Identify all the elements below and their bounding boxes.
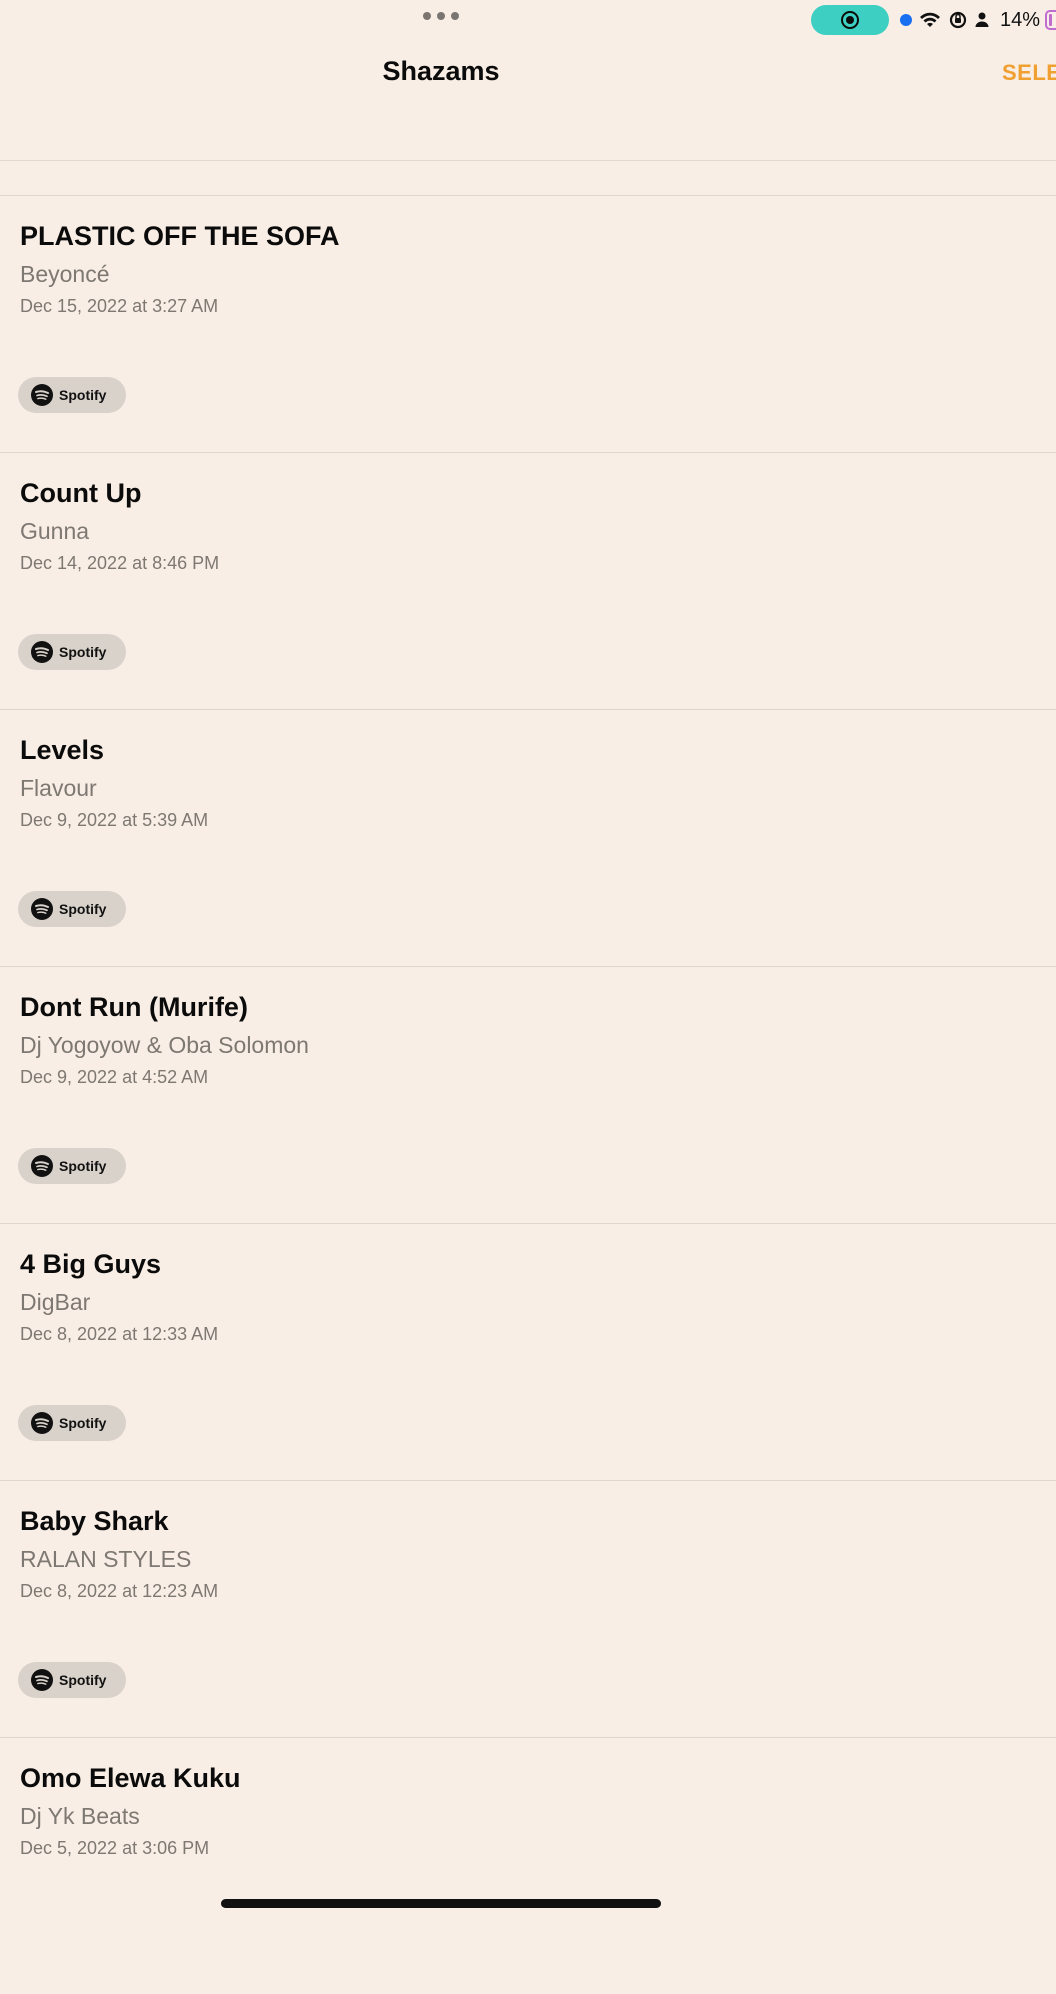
- spotify-icon: [31, 1155, 53, 1177]
- list-item[interactable]: 4 Big Guys DigBar Dec 8, 2022 at 12:33 A…: [0, 1223, 1056, 1480]
- wifi-icon: [920, 12, 940, 27]
- spotify-button[interactable]: Spotify: [18, 1148, 126, 1184]
- spotify-button[interactable]: Spotify: [18, 1662, 126, 1698]
- track-title: Dont Run (Murife): [20, 992, 248, 1022]
- header-divider: [0, 160, 1056, 161]
- shazam-date: Dec 9, 2022 at 5:39 AM: [20, 810, 209, 830]
- track-title: Levels: [20, 735, 105, 765]
- orientation-lock-icon: [949, 11, 967, 29]
- home-indicator[interactable]: [221, 1899, 661, 1908]
- track-artist: RALAN STYLES: [20, 1546, 192, 1572]
- spotify-icon: [31, 1412, 53, 1434]
- select-button[interactable]: SELE: [1002, 60, 1056, 86]
- record-icon: [841, 11, 859, 29]
- track-title: Count Up: [20, 478, 142, 508]
- spotify-label: Spotify: [59, 1415, 107, 1431]
- list-item[interactable]: Baby Shark RALAN STYLES Dec 8, 2022 at 1…: [0, 1480, 1056, 1737]
- person-icon: [975, 12, 989, 27]
- list-item[interactable]: Dont Run (Murife) Dj Yogoyow & Oba Solom…: [0, 966, 1056, 1223]
- page-title: Shazams: [382, 56, 500, 86]
- status-bar: 14%: [0, 0, 1056, 40]
- spotify-icon: [31, 384, 53, 406]
- screen-recording-indicator[interactable]: [811, 5, 889, 35]
- list-item[interactable]: PLASTIC OFF THE SOFA Beyoncé Dec 15, 202…: [0, 195, 1056, 452]
- mic-in-use-dot: [900, 14, 912, 26]
- list-item[interactable]: Levels Flavour Dec 9, 2022 at 5:39 AM Sp…: [0, 709, 1056, 966]
- spotify-icon: [31, 1669, 53, 1691]
- track-artist: Gunna: [20, 518, 90, 544]
- shazam-date: Dec 9, 2022 at 4:52 AM: [20, 1067, 209, 1087]
- spotify-label: Spotify: [59, 387, 107, 403]
- shazam-date: Dec 5, 2022 at 3:06 PM: [20, 1838, 210, 1858]
- track-title: 4 Big Guys: [20, 1249, 162, 1279]
- list-item[interactable]: Count Up Gunna Dec 14, 2022 at 8:46 PM S…: [0, 452, 1056, 709]
- shazam-list: PLASTIC OFF THE SOFA Beyoncé Dec 15, 202…: [0, 195, 1056, 1994]
- spotify-icon: [31, 641, 53, 663]
- spotify-button[interactable]: Spotify: [18, 634, 126, 670]
- track-title: Baby Shark: [20, 1506, 169, 1536]
- spotify-icon: [31, 898, 53, 920]
- battery-icon: [1045, 10, 1056, 30]
- list-item[interactable]: Omo Elewa Kuku Dj Yk Beats Dec 5, 2022 a…: [0, 1737, 1056, 1994]
- spotify-button[interactable]: Spotify: [18, 1405, 126, 1441]
- spotify-button[interactable]: Spotify: [18, 891, 126, 927]
- shazam-date: Dec 15, 2022 at 3:27 AM: [20, 296, 219, 316]
- spotify-label: Spotify: [59, 901, 107, 917]
- track-artist: DigBar: [20, 1289, 91, 1315]
- status-icons: 14%: [918, 6, 1040, 34]
- spotify-button[interactable]: Spotify: [18, 377, 126, 413]
- shazam-date: Dec 14, 2022 at 8:46 PM: [20, 553, 220, 573]
- track-artist: Dj Yogoyow & Oba Solomon: [20, 1032, 309, 1058]
- shazam-date: Dec 8, 2022 at 12:23 AM: [20, 1581, 219, 1601]
- spotify-label: Spotify: [59, 644, 107, 660]
- spotify-label: Spotify: [59, 1158, 107, 1174]
- track-title: PLASTIC OFF THE SOFA: [20, 221, 340, 251]
- track-artist: Flavour: [20, 775, 97, 801]
- track-artist: Dj Yk Beats: [20, 1803, 140, 1829]
- spotify-label: Spotify: [59, 1672, 107, 1688]
- battery-percent: 14%: [1000, 8, 1041, 31]
- track-artist: Beyoncé: [20, 261, 110, 287]
- track-title: Omo Elewa Kuku: [20, 1763, 241, 1793]
- multitasking-dots-icon[interactable]: [423, 12, 459, 20]
- shazam-date: Dec 8, 2022 at 12:33 AM: [20, 1324, 219, 1344]
